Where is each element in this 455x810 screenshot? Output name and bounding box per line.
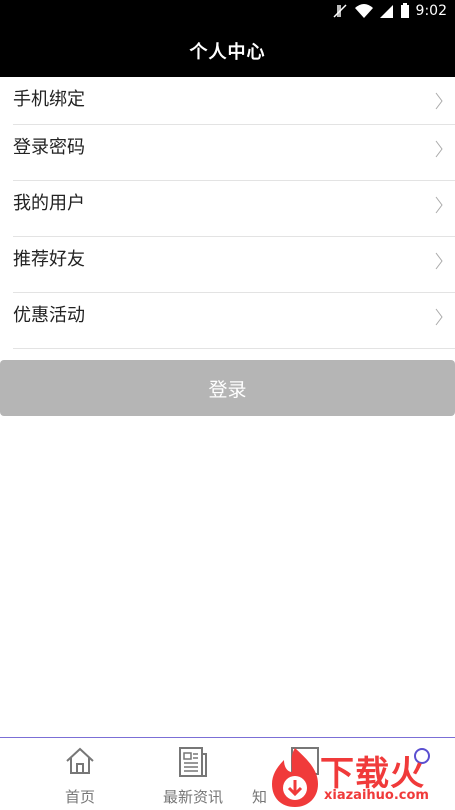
mute-icon [333, 4, 347, 18]
menu-item-recommend-friends[interactable]: 推荐好友 [13, 237, 455, 293]
news-icon [179, 747, 207, 777]
menu-item-login-password[interactable]: 登录密码 [13, 125, 455, 181]
tab-label: 首页 [64, 788, 95, 806]
login-button[interactable]: 登录 [0, 360, 455, 416]
status-time: 9:02 [415, 3, 447, 19]
status-bar: 9:02 [0, 0, 455, 25]
menu-item-label: 优惠活动 [13, 305, 85, 326]
menu-item-promotions[interactable]: 优惠活动 [13, 293, 455, 349]
page-title: 个人中心 [189, 42, 266, 63]
chevron-right-icon [435, 92, 443, 110]
chevron-right-icon [435, 308, 443, 326]
menu-item-label: 手机绑定 [13, 89, 85, 110]
title-bar: 个人中心 [0, 25, 455, 77]
tab-label: 最新资讯 [162, 788, 223, 806]
menu-item-my-users[interactable]: 我的用户 [13, 181, 455, 237]
wifi-icon [354, 4, 373, 18]
chevron-right-icon [435, 196, 443, 214]
tab-home[interactable]: 首页 [23, 738, 137, 810]
menu-item-phone-binding[interactable]: 手机绑定 [13, 77, 455, 125]
watermark-logo: 下载火 xiazaihuo.com [268, 746, 455, 809]
watermark-url: xiazaihuo.com [324, 788, 429, 803]
menu-item-label: 推荐好友 [13, 249, 85, 270]
battery-icon [400, 3, 409, 18]
signal-icon [379, 5, 393, 18]
chevron-right-icon [435, 252, 443, 270]
tab-latest-news[interactable]: 最新资讯 [136, 738, 250, 810]
flame-logo-icon [272, 748, 318, 807]
menu-item-label: 登录密码 [13, 137, 85, 158]
menu-list: 手机绑定 登录密码 我的用户 推荐好友 优惠活动 [0, 77, 455, 349]
menu-item-label: 我的用户 [13, 193, 85, 214]
home-icon [66, 747, 94, 774]
chevron-right-icon [435, 140, 443, 158]
